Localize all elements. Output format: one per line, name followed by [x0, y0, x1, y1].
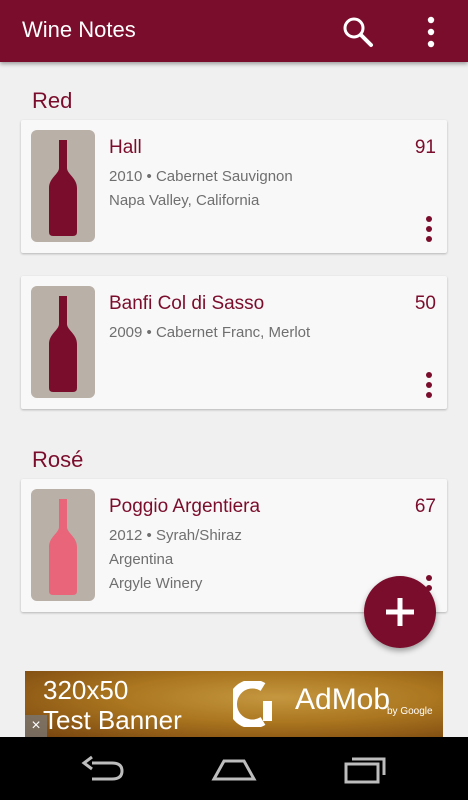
app-title: Wine Notes: [22, 17, 136, 42]
wine-thumbnail: [31, 489, 95, 601]
wine-thumbnail: [31, 130, 95, 242]
ad-banner-label: Test Banner: [43, 705, 182, 735]
red-bottle-icon: [49, 296, 77, 392]
wine-name: Hall: [109, 137, 142, 158]
card-more-icon[interactable]: [421, 214, 437, 244]
red-bottle-icon: [49, 140, 77, 236]
app-bar: Wine Notes: [0, 0, 468, 62]
wine-card-hall[interactable]: Hall 91 2010 • Cabernet Sauvignon Napa V…: [21, 120, 447, 253]
section-header-red: Red: [32, 88, 73, 113]
ad-brand: AdMob: [295, 683, 391, 716]
wine-score: 91: [414, 137, 436, 158]
recents-icon[interactable]: [340, 753, 392, 785]
wine-thumbnail: [31, 286, 95, 398]
wine-region: Argentina: [109, 551, 174, 568]
home-icon[interactable]: [208, 753, 260, 785]
admob-logo-icon: [228, 679, 279, 729]
wine-score: 67: [414, 496, 436, 517]
system-nav-bar: [0, 737, 468, 800]
ad-banner-size: 320x50: [43, 675, 129, 705]
rose-bottle-icon: [49, 499, 77, 595]
ad-close-icon[interactable]: ×: [25, 715, 47, 737]
wine-producer: Argyle Winery: [109, 575, 203, 592]
add-wine-button[interactable]: [364, 576, 436, 648]
wine-name: Poggio Argentiera: [109, 496, 261, 517]
section-header-rose: Rosé: [32, 447, 84, 472]
wine-vintage-grape: 2010 • Cabernet Sauvignon: [109, 168, 293, 185]
card-more-icon[interactable]: [421, 370, 437, 400]
wine-region: Napa Valley, California: [109, 192, 260, 209]
wine-vintage-grape: 2012 • Syrah/Shiraz: [109, 527, 242, 544]
wine-vintage-grape: 2009 • Cabernet Franc, Merlot: [109, 324, 311, 341]
wine-name: Banfi Col di Sasso: [109, 293, 265, 314]
search-icon[interactable]: [340, 14, 376, 50]
wine-score: 50: [414, 293, 436, 314]
add-icon: [386, 598, 414, 626]
back-icon[interactable]: [78, 753, 130, 785]
ad-by-google: by Google: [387, 706, 433, 717]
more-vert-icon[interactable]: [416, 14, 446, 50]
ad-banner[interactable]: 320x50 Test Banner AdMob by Google ×: [25, 671, 443, 737]
wine-card-banfi[interactable]: Banfi Col di Sasso 50 2009 • Cabernet Fr…: [21, 276, 447, 409]
